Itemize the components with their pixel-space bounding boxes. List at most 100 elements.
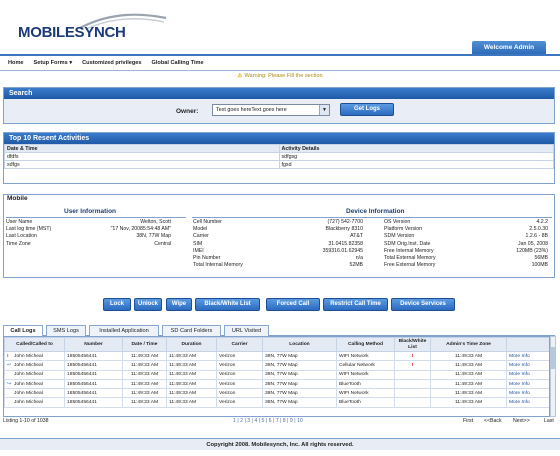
forced-call-button[interactable]: Forced Call	[266, 298, 320, 311]
method-cell: WIFI Network	[336, 350, 395, 362]
page-links[interactable]: 1 | 2 | 3 | 4 | 5 | 6 | 7 | 8 | 9 | 10	[233, 418, 303, 424]
first-link[interactable]: First	[463, 418, 473, 424]
more-info-link[interactable]: More Info	[509, 400, 530, 405]
welcome-badge: Welcome Admin	[472, 41, 546, 54]
menu-setup-forms[interactable]: Setup Forms ▾	[34, 60, 73, 66]
warning-message: ⚠ Warning: Please Fill the section	[0, 73, 560, 79]
call-logs-table: Called/Called to Number Date / Time Duratio…	[4, 337, 549, 408]
number-cell: 18505456441	[64, 369, 123, 380]
table-cell: sdfgsg	[278, 152, 554, 161]
black-white-list-button[interactable]: Black/White List	[195, 298, 260, 311]
unlock-button[interactable]: Unlock	[134, 298, 162, 311]
more-info-link[interactable]: More Info	[509, 363, 530, 368]
tab-sms-logs[interactable]: SMS Logs	[46, 325, 86, 336]
owner-select[interactable]: Text goes hereText goes here ▼	[212, 104, 330, 116]
info-value: 31.0415.82358	[328, 240, 363, 247]
main-menu: Home Setup Forms ▾ Customized privileges…	[0, 57, 560, 69]
divider	[6, 217, 186, 218]
caller-name: John Micheal	[14, 372, 43, 378]
info-value: 1.2.6 - 8B	[525, 233, 549, 240]
lock-button[interactable]: Lock	[103, 298, 131, 311]
location-cell: 38N, 77W Map	[262, 397, 337, 408]
divider	[192, 217, 552, 218]
caller-name: John Micheal	[14, 382, 43, 388]
wipe-button[interactable]: Wipe	[166, 298, 192, 311]
next-link[interactable]: Next>>	[513, 418, 530, 424]
table-row: ! John Micheal 18505456441 11:49:33 AM 11:49…	[4, 350, 549, 362]
get-logs-button[interactable]: Get Logs	[340, 103, 394, 116]
tz-cell: 11:49:33 AM	[430, 397, 507, 408]
carrier-cell: Verizon	[216, 360, 263, 371]
restrict-call-time-button[interactable]: Restrict Call Time	[323, 298, 388, 311]
more-info-link[interactable]: More Info	[509, 354, 530, 359]
tab-sd-card-folders[interactable]: SD Card Folders	[162, 325, 221, 336]
call-direction-icon: ↩	[7, 363, 12, 369]
action-bar: Lock Unlock Wipe Black/White List Forced…	[0, 298, 560, 312]
column-header: Date / Time	[122, 337, 167, 352]
table-header-row: Date & Time Activity Details	[4, 144, 554, 153]
missed-call-icon: !	[7, 353, 9, 359]
duration-cell: 11:49:33 AM	[166, 369, 217, 380]
last-link[interactable]: Last	[544, 418, 554, 424]
more-info-link[interactable]: More Info	[509, 372, 530, 377]
blacklist-indicator-icon: !	[394, 360, 431, 371]
number-cell: 18505456441	[64, 388, 123, 399]
blacklist-indicator-icon	[394, 397, 431, 408]
device-info-row: Total Internal Memory 52MB	[193, 262, 363, 269]
info-value: AT&T	[350, 233, 363, 240]
more-info-link[interactable]: More Info	[509, 382, 530, 387]
top10-table: Date & Time Activity Details dfdfs sdfgs…	[4, 144, 554, 169]
info-value: 38N, 77W Map	[136, 233, 171, 240]
info-value: 359316.01.62945	[322, 247, 363, 254]
device-info-row: Pin Number n/a	[193, 255, 363, 262]
caller-cell: John Micheal	[4, 388, 65, 399]
warning-text: Warning: Please Fill the section	[244, 73, 323, 79]
duration-cell: 11:49:33 AM	[166, 360, 217, 371]
brand-logo: MOBILESYNCH	[18, 10, 168, 46]
info-key: IMEI	[193, 247, 204, 254]
tz-cell: 11:49:33 AM	[430, 388, 507, 399]
back-link[interactable]: <<Back	[484, 418, 502, 424]
device-info-list-2: OS Version 4.2.2 Platform Version 2.5.0.30 S…	[384, 219, 548, 273]
caller-cell: John Micheal	[4, 397, 65, 408]
tab-call-logs[interactable]: Call Logs	[3, 325, 43, 336]
info-value: Welton, Scott	[140, 219, 171, 225]
scrollbar-thumb[interactable]	[551, 347, 555, 369]
carrier-cell: Verizon	[216, 369, 263, 380]
device-services-button[interactable]: Device Services	[391, 298, 455, 311]
method-cell: BlueTooth	[336, 397, 395, 408]
menu-global-calling-time[interactable]: Global Calling Time	[152, 60, 204, 66]
info-key: OS Version	[384, 219, 411, 225]
device-info-row: Cell Number (727) 542-7700	[193, 219, 363, 226]
vertical-scrollbar[interactable]	[550, 336, 556, 417]
method-cell: Cellular Network	[336, 360, 395, 371]
listing-count: Listing 1-10 of 1038	[3, 418, 49, 424]
more-info-cell: More Info	[506, 378, 549, 390]
more-info-link[interactable]: More Info	[509, 391, 530, 396]
info-key: SIM	[193, 240, 203, 247]
table-cell: sdfgs	[4, 160, 280, 169]
column-header	[506, 337, 549, 352]
blacklist-indicator-icon	[394, 369, 431, 380]
device-info-title: Device Information	[346, 208, 405, 215]
column-header: Admin's Time Zone	[430, 337, 507, 352]
tab-url-visited[interactable]: URL Visited	[224, 325, 269, 336]
date-cell: 11:49:33 AM	[122, 388, 167, 399]
menu-customized-privileges[interactable]: Customized privileges	[82, 60, 141, 66]
tab-installed-application[interactable]: Installed Application	[89, 325, 159, 336]
table-row: John Micheal 18505456441 11:49:33 AM 11:49:…	[4, 397, 549, 408]
info-value: "17 Nov, 20085:54:48 AM"	[110, 226, 171, 233]
info-key: Free External Memory	[384, 262, 436, 269]
info-key: SDM Version	[384, 233, 415, 240]
menu-divider	[0, 70, 560, 71]
duration-cell: 11:49:33 AM	[166, 397, 217, 408]
device-info-row: SDM Orig.Inst. Date Jan 05, 2008	[384, 241, 548, 248]
user-info-row: Last log time (MST) "17 Nov, 20085:54:48 …	[6, 226, 171, 233]
mobile-title: Mobile	[7, 195, 28, 202]
blacklist-indicator-icon	[394, 388, 431, 399]
user-info-list: User Name Welton, Scott Last log time (MST…	[6, 219, 171, 251]
date-cell: 11:49:33 AM	[122, 369, 167, 380]
info-key: Last Location	[6, 233, 37, 240]
info-value: Jan 05, 2008	[518, 240, 548, 247]
menu-home[interactable]: Home	[8, 60, 24, 66]
